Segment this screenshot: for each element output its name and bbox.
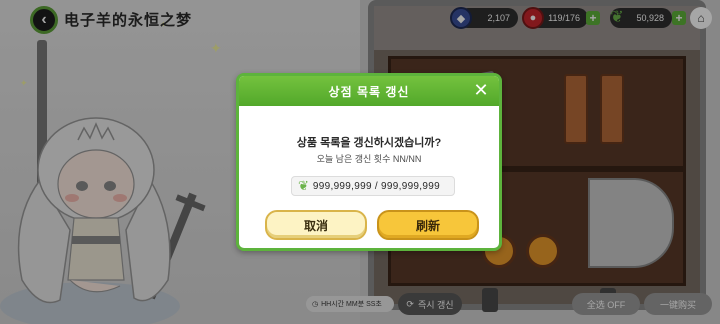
close-icon[interactable]: ✕ xyxy=(471,80,491,100)
cancel-label: 取消 xyxy=(303,218,328,233)
confirm-refresh-button[interactable]: 刷新 xyxy=(377,210,479,240)
remaining-refresh-count: 오늘 남은 갱신 횟수 NN/NN xyxy=(316,154,422,164)
green-leaf-icon: ❦ xyxy=(298,178,309,193)
dialog-header: 상점 목록 갱신 ✕ xyxy=(239,76,499,106)
refresh-dialog: 상점 목록 갱신 ✕ 상품 목록을 갱신하시겠습니까? 오늘 남은 갱신 횟수 … xyxy=(236,73,502,251)
refresh-cost: ❦ 999,999,999 / 999,999,999 xyxy=(291,176,455,196)
game-scene: ✦ ✦ ✦ ‹ 电子羊的永恒之梦 2,107 ◆ 119/176 ● + 50,… xyxy=(0,0,720,324)
dialog-question: 상품 목록을 갱신하시겠습니까? xyxy=(296,137,442,149)
cost-value: 999,999,999 / 999,999,999 xyxy=(312,180,440,192)
cancel-button[interactable]: 取消 xyxy=(265,210,367,240)
dialog-title: 상점 목록 갱신 xyxy=(328,84,410,99)
confirm-label: 刷新 xyxy=(415,218,440,233)
